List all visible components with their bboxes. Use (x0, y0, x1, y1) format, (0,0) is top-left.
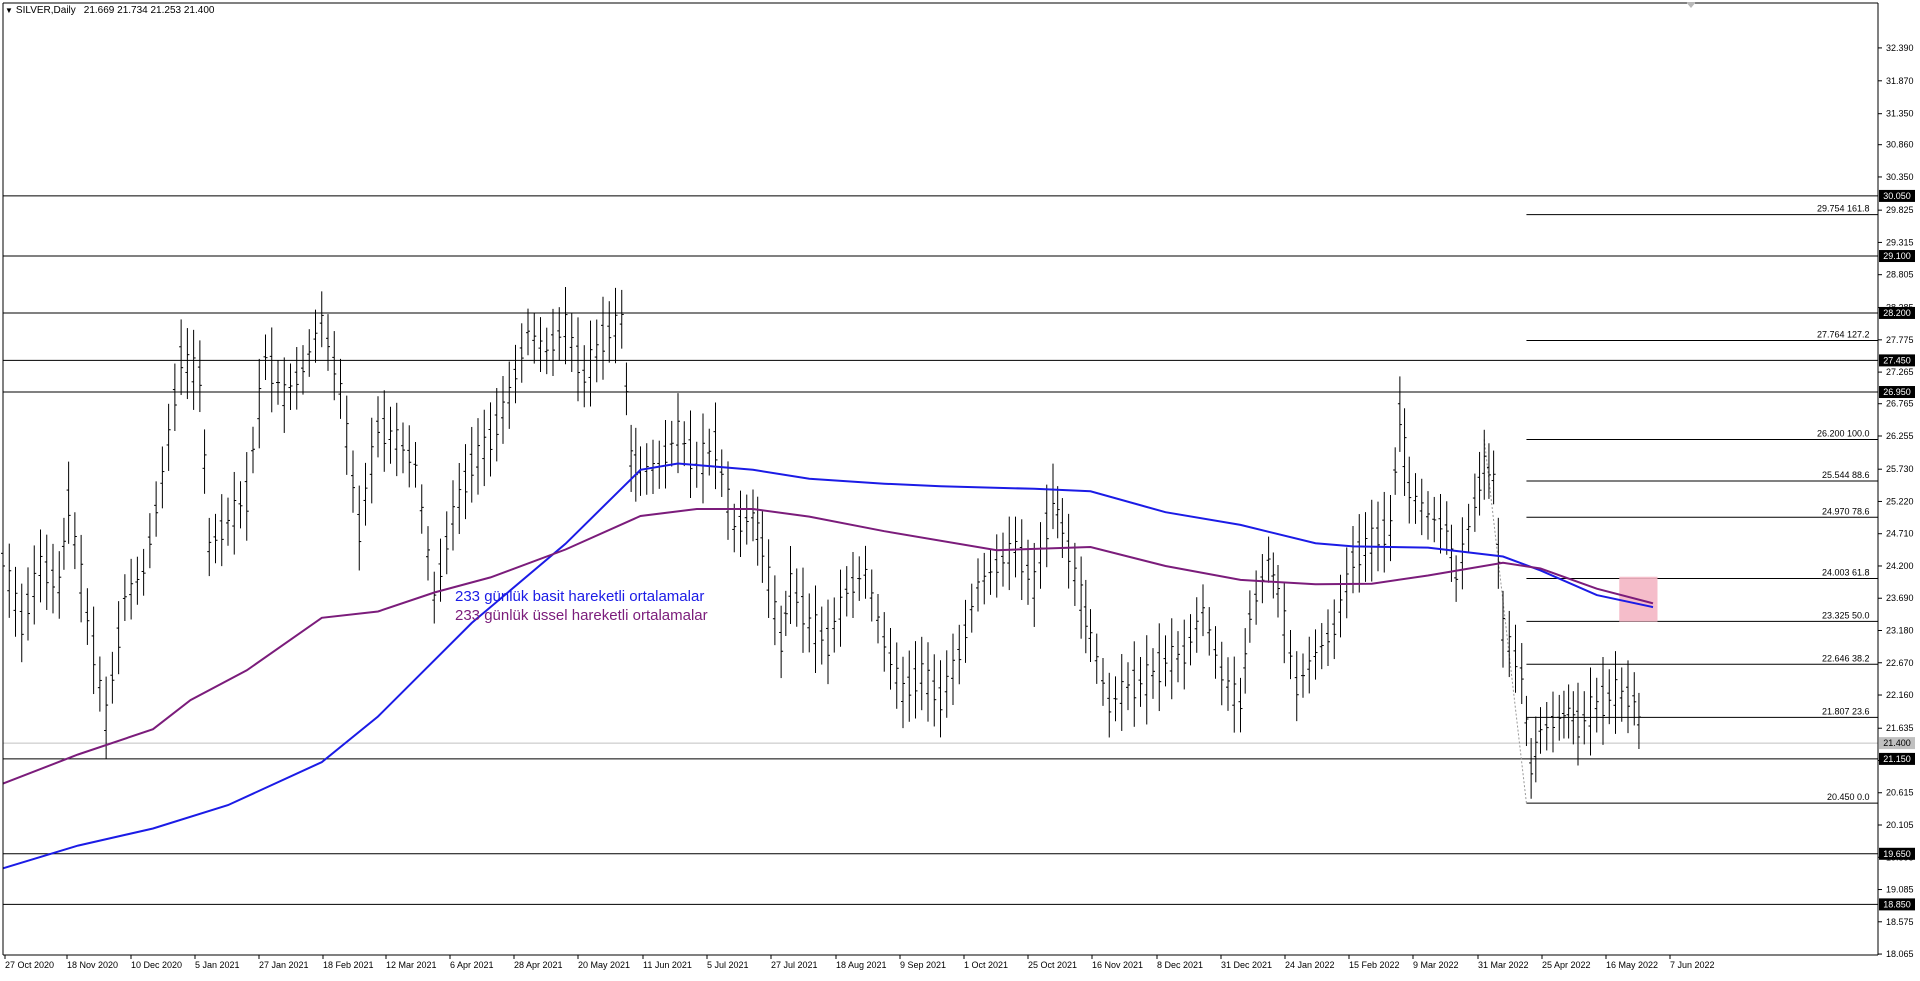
fibonacci-level-label: 23.325 50.0 (1822, 610, 1870, 620)
time-tick-label: 27 Jan 2021 (259, 960, 309, 970)
time-tick-label: 5 Jul 2021 (707, 960, 749, 970)
time-tick-label: 15 Feb 2022 (1349, 960, 1400, 970)
level-price-badge-label: 28.200 (1883, 308, 1911, 318)
time-tick-label: 11 Jun 2021 (643, 960, 692, 970)
time-tick-label: 18 Nov 2020 (67, 960, 118, 970)
price-tick-label: 24.200 (1886, 561, 1914, 571)
time-tick-label: 6 Apr 2021 (450, 960, 494, 970)
level-price-badge-label: 27.450 (1883, 355, 1911, 365)
time-tick-label: 5 Jan 2021 (195, 960, 240, 970)
time-tick-label: 12 Mar 2021 (386, 960, 437, 970)
fibonacci-level-label: 26.200 100.0 (1817, 428, 1870, 438)
time-tick-label: 31 Dec 2021 (1221, 960, 1272, 970)
price-tick-label: 18.065 (1886, 949, 1914, 959)
price-chart[interactable]: 29.754 161.8 27.764 127.2 26.200 100.0 25.5… (0, 0, 1920, 976)
fibonacci-level-label: 22.646 38.2 (1822, 653, 1870, 663)
symbol-header: ▼ SILVER,Daily 21.669 21.734 21.253 21.400 (5, 5, 214, 16)
price-tick-label: 21.635 (1886, 723, 1914, 733)
time-tick-label: 18 Feb 2021 (323, 960, 374, 970)
chart-area[interactable]: 29.754 161.8 27.764 127.2 26.200 100.0 25.5… (0, 0, 1920, 976)
time-tick-label: 16 Nov 2021 (1092, 960, 1143, 970)
price-tick-label: 22.160 (1886, 690, 1914, 700)
time-tick-label: 28 Apr 2021 (514, 960, 563, 970)
fibonacci-level-label: 24.003 61.8 (1822, 567, 1870, 577)
symbol-label: SILVER,Daily (15, 5, 76, 16)
fibonacci-level-label: 21.807 23.6 (1822, 706, 1870, 716)
price-tick-label: 29.315 (1886, 237, 1914, 247)
sma-annotation: 233 günlük basit hareketli ortalamalar (455, 588, 704, 605)
current-price-badge-label: 21.400 (1883, 738, 1911, 748)
time-tick-label: 25 Apr 2022 (1542, 960, 1591, 970)
price-tick-label: 27.775 (1886, 335, 1914, 345)
fibonacci-level-label: 24.970 78.6 (1822, 506, 1870, 516)
price-tick-label: 32.390 (1886, 43, 1914, 53)
time-tick-label: 25 Oct 2021 (1028, 960, 1077, 970)
price-tick-label: 31.870 (1886, 76, 1914, 86)
price-tick-label: 29.825 (1886, 205, 1914, 215)
price-tick-label: 19.085 (1886, 885, 1914, 895)
time-tick-label: 9 Mar 2022 (1413, 960, 1459, 970)
fibonacci-level-label: 27.764 127.2 (1817, 330, 1870, 340)
level-price-badge-label: 29.100 (1883, 251, 1911, 261)
price-tick-label: 31.350 (1886, 109, 1914, 119)
level-price-badge-label: 18.850 (1883, 899, 1911, 909)
time-tick-label: 18 Aug 2021 (836, 960, 887, 970)
time-tick-label: 8 Dec 2021 (1157, 960, 1203, 970)
ohlc-readout: 21.669 21.734 21.253 21.400 (83, 5, 215, 16)
fibonacci-level-label: 29.754 161.8 (1817, 204, 1870, 214)
price-tick-label: 25.730 (1886, 464, 1914, 474)
collapse-triangle-icon[interactable]: ▼ (5, 6, 13, 15)
ema-annotation: 233 günlük üssel hareketli ortalamalar (455, 607, 708, 624)
level-price-badge-label: 30.050 (1883, 191, 1911, 201)
time-tick-label: 9 Sep 2021 (900, 960, 946, 970)
price-tick-label: 20.105 (1886, 820, 1914, 830)
level-price-badge-label: 21.150 (1883, 754, 1911, 764)
price-tick-label: 22.670 (1886, 658, 1914, 668)
level-price-badge-label: 19.650 (1883, 849, 1911, 859)
price-tick-label: 30.350 (1886, 172, 1914, 182)
time-tick-label: 27 Jul 2021 (771, 960, 818, 970)
price-tick-label: 23.180 (1886, 625, 1914, 635)
fibonacci-level-label: 20.450 0.0 (1827, 792, 1870, 802)
time-tick-label: 20 May 2021 (578, 960, 630, 970)
price-tick-label: 26.255 (1886, 431, 1914, 441)
panel-collapse-icon[interactable] (1686, 2, 1696, 8)
price-tick-label: 18.575 (1886, 917, 1914, 927)
price-tick-label: 28.805 (1886, 270, 1914, 280)
time-tick-label: 31 Mar 2022 (1478, 960, 1529, 970)
price-tick-label: 30.860 (1886, 140, 1914, 150)
time-tick-label: 24 Jan 2022 (1285, 960, 1335, 970)
time-tick-label: 7 Jun 2022 (1670, 960, 1715, 970)
price-tick-label: 20.615 (1886, 788, 1914, 798)
fibonacci-level-label: 25.544 88.6 (1822, 470, 1870, 480)
price-tick-label: 24.710 (1886, 529, 1914, 539)
time-tick-label: 27 Oct 2020 (5, 960, 54, 970)
price-tick-label: 27.265 (1886, 367, 1914, 377)
time-tick-label: 16 May 2022 (1606, 960, 1658, 970)
level-price-badge-label: 26.950 (1883, 387, 1911, 397)
price-tick-label: 23.690 (1886, 593, 1914, 603)
time-tick-label: 10 Dec 2020 (131, 960, 182, 970)
price-tick-label: 25.220 (1886, 496, 1914, 506)
price-tick-label: 26.765 (1886, 399, 1914, 409)
time-tick-label: 1 Oct 2021 (964, 960, 1008, 970)
